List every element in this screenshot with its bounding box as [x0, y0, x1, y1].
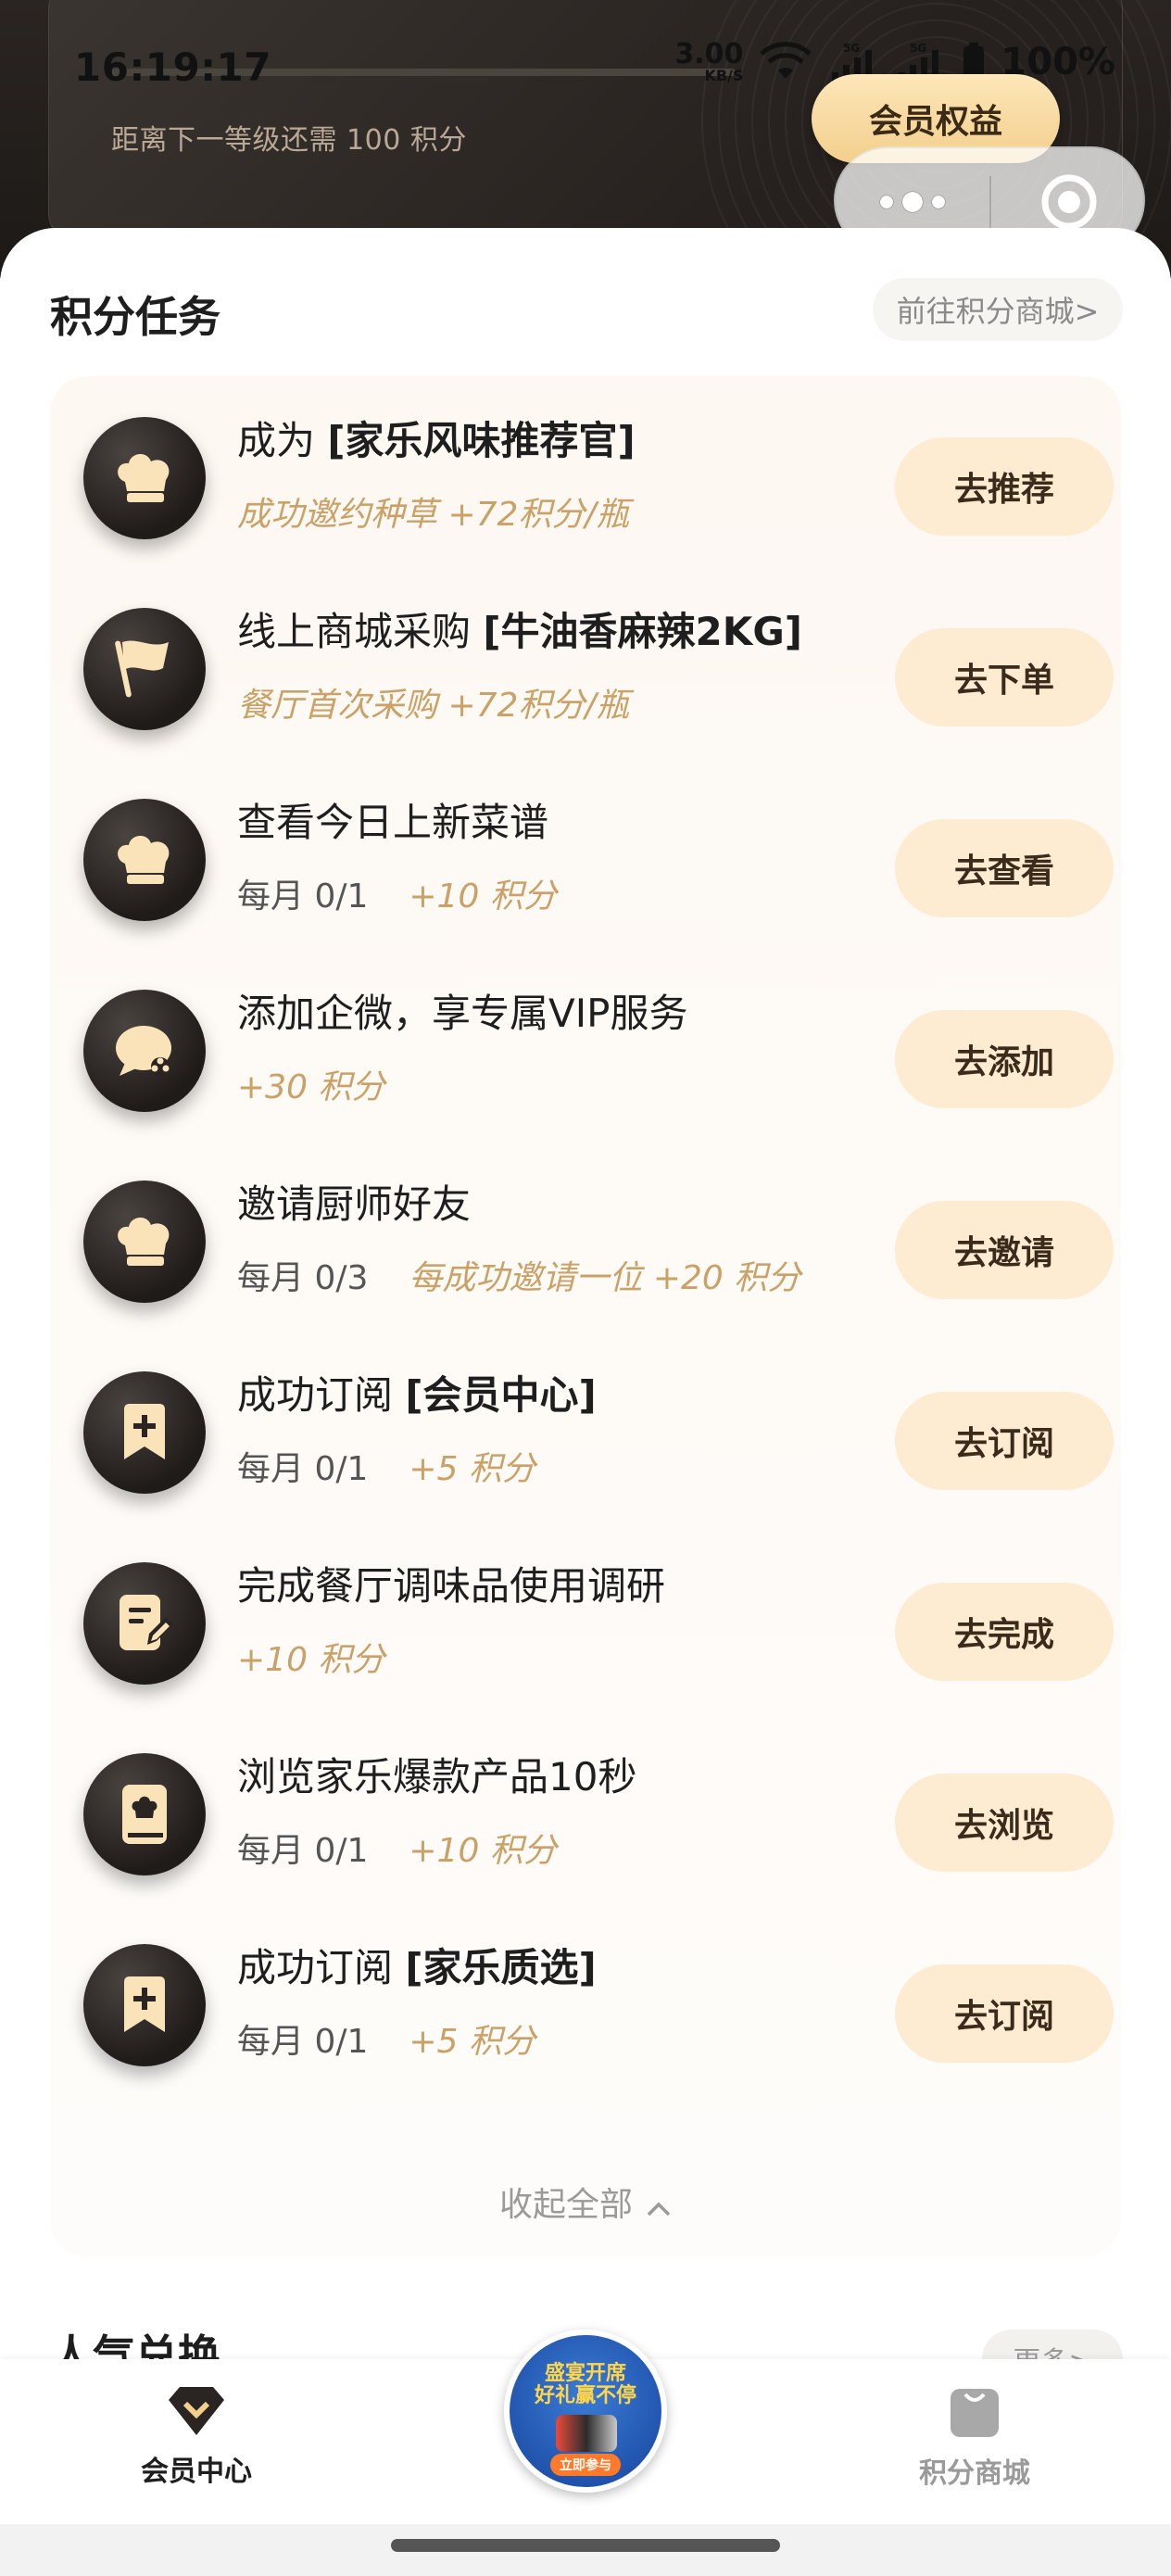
- wifi-icon: [760, 42, 812, 79]
- task-list-panel: 成为 [家乐风味推荐官] 成功邀约种草 +72积分/瓶 去推荐 线上商城采购 […: [50, 376, 1121, 2257]
- task-title: 成为 [家乐风味推荐官]: [237, 418, 636, 463]
- task-item: 浏览家乐爆款产品10秒 每月 0/1 +10 积分 去浏览: [50, 1712, 1121, 1903]
- tab-member-center[interactable]: 会员中心: [104, 2383, 289, 2489]
- task-item: 成为 [家乐风味推荐官] 成功邀约种草 +72积分/瓶 去推荐: [50, 376, 1121, 567]
- task-subtitle: +10 积分: [237, 1633, 384, 1681]
- home-indicator[interactable]: [391, 2539, 780, 2552]
- task-item: 线上商城采购 [牛油香麻辣2KG] 餐厅首次采购 +72积分/瓶 去下单: [50, 567, 1121, 758]
- chef-hat-icon: [83, 1181, 206, 1303]
- task-item: 添加企微，享专属VIP服务 +30 积分 去添加: [50, 949, 1121, 1140]
- network-speed: 3.00 KB/S: [674, 38, 744, 84]
- collapse-all-button[interactable]: 收起全部: [50, 2178, 1121, 2226]
- task-subtitle: 每月 0/1 +5 积分: [237, 2014, 535, 2063]
- svg-text:5G: 5G: [843, 42, 860, 55]
- task-item: 成功订阅 [会员中心] 每月 0/1 +5 积分 去订阅: [50, 1331, 1121, 1522]
- task-reward: 餐厅首次采购 +72积分/瓶: [237, 687, 630, 725]
- task-title: 添加企微，享专属VIP服务: [237, 991, 688, 1036]
- task-action-button[interactable]: 去订阅: [895, 1964, 1114, 2063]
- task-title: 成功订阅 [家乐质选]: [237, 1945, 597, 1990]
- task-action-button[interactable]: 去订阅: [895, 1392, 1114, 1490]
- task-count: 每月 0/1: [237, 1832, 369, 1870]
- task-item: 邀请厨师好友 每月 0/3 每成功邀请一位 +20 积分 去邀请: [50, 1140, 1121, 1331]
- task-subtitle: 每月 0/1 +5 积分: [237, 1442, 535, 1490]
- dot: [932, 196, 945, 208]
- task-action-button[interactable]: 去浏览: [895, 1774, 1114, 1872]
- task-action-button[interactable]: 去查看: [895, 819, 1114, 917]
- task-item: 成功订阅 [家乐质选] 每月 0/1 +5 积分 去订阅: [50, 1903, 1121, 2094]
- task-subtitle: 每月 0/1 +10 积分: [237, 869, 557, 917]
- task-action-button[interactable]: 去推荐: [895, 437, 1114, 536]
- shopping-bag-icon: [951, 2389, 999, 2437]
- task-count: 每月 0/1: [237, 2023, 369, 2061]
- go-to-points-mall-link[interactable]: 前往积分商城>: [873, 278, 1123, 341]
- survey-edit-icon: [83, 1562, 206, 1685]
- task-subtitle: +30 积分: [237, 1060, 384, 1108]
- task-action-button[interactable]: 去完成: [895, 1583, 1114, 1681]
- task-count: 每月 0/1: [237, 878, 369, 915]
- task-action-button[interactable]: 去邀请: [895, 1201, 1114, 1299]
- tab-points-mall[interactable]: 积分商城: [882, 2383, 1067, 2491]
- task-item: 查看今日上新菜谱 每月 0/1 +10 积分 去查看: [50, 758, 1121, 949]
- promo-products-image: [556, 2415, 617, 2452]
- content-sheet: 积分任务 前往积分商城> 成为 [家乐风味推荐官] 成功邀约种草 +72积分/瓶…: [0, 228, 1171, 2389]
- task-title: 浏览家乐爆款产品10秒: [237, 1754, 637, 1799]
- chat-bubble-icon: [83, 990, 206, 1112]
- level-hint-text: 距离下一等级还需 100 积分: [111, 124, 467, 157]
- task-reward: 每成功邀请一位 +20 积分: [409, 1259, 801, 1297]
- task-title: 线上商城采购 [牛油香麻辣2KG]: [237, 609, 802, 654]
- svg-text:5G: 5G: [910, 42, 926, 55]
- task-reward: +10 积分: [409, 1832, 557, 1870]
- chef-hat-icon: [83, 417, 206, 539]
- promo-text: 盛宴开席 好礼赢不停: [534, 2362, 636, 2408]
- task-reward: 成功邀约种草 +72积分/瓶: [237, 496, 630, 534]
- task-subtitle: 成功邀约种草 +72积分/瓶: [237, 487, 630, 536]
- chevron-up-icon: [646, 2188, 672, 2226]
- task-subtitle: 餐厅首次采购 +72积分/瓶: [237, 678, 630, 726]
- task-title: 查看今日上新菜谱: [237, 800, 549, 845]
- task-item: 完成餐厅调味品使用调研 +10 积分 去完成: [50, 1522, 1121, 1712]
- promo-join-button: 立即参与: [550, 2454, 621, 2476]
- dot: [880, 196, 893, 208]
- task-title: 完成餐厅调味品使用调研: [237, 1563, 666, 1609]
- task-reward: +10 积分: [409, 878, 557, 915]
- dot: [902, 192, 923, 212]
- promo-activity-badge[interactable]: 盛宴开席 好礼赢不停 立即参与: [504, 2330, 667, 2493]
- recipe-book-icon: [83, 1753, 206, 1875]
- status-time: 16:19:17: [74, 44, 271, 90]
- task-reward: +10 积分: [237, 1641, 385, 1679]
- task-title: 邀请厨师好友: [237, 1181, 472, 1227]
- chef-hat-icon: [83, 799, 206, 921]
- task-action-button[interactable]: 去添加: [895, 1010, 1114, 1108]
- task-subtitle: 每月 0/3 每成功邀请一位 +20 积分: [237, 1251, 800, 1299]
- task-reward: +5 积分: [409, 2023, 535, 2061]
- task-count: 每月 0/1: [237, 1450, 369, 1488]
- task-reward: +30 积分: [237, 1068, 385, 1106]
- task-subtitle: 每月 0/1 +10 积分: [237, 1824, 557, 1872]
- diamond-icon: [169, 2387, 224, 2435]
- task-action-button[interactable]: 去下单: [895, 628, 1114, 726]
- section-title-tasks: 积分任务: [50, 292, 220, 342]
- bookmark-plus-icon: [83, 1371, 206, 1494]
- task-count: 每月 0/3: [237, 1259, 369, 1297]
- bookmark-plus-icon: [83, 1944, 206, 2066]
- target-circle-icon: [1041, 174, 1097, 230]
- task-reward: +5 积分: [409, 1450, 535, 1488]
- flag-icon: [83, 608, 206, 730]
- task-title: 成功订阅 [会员中心]: [237, 1372, 597, 1418]
